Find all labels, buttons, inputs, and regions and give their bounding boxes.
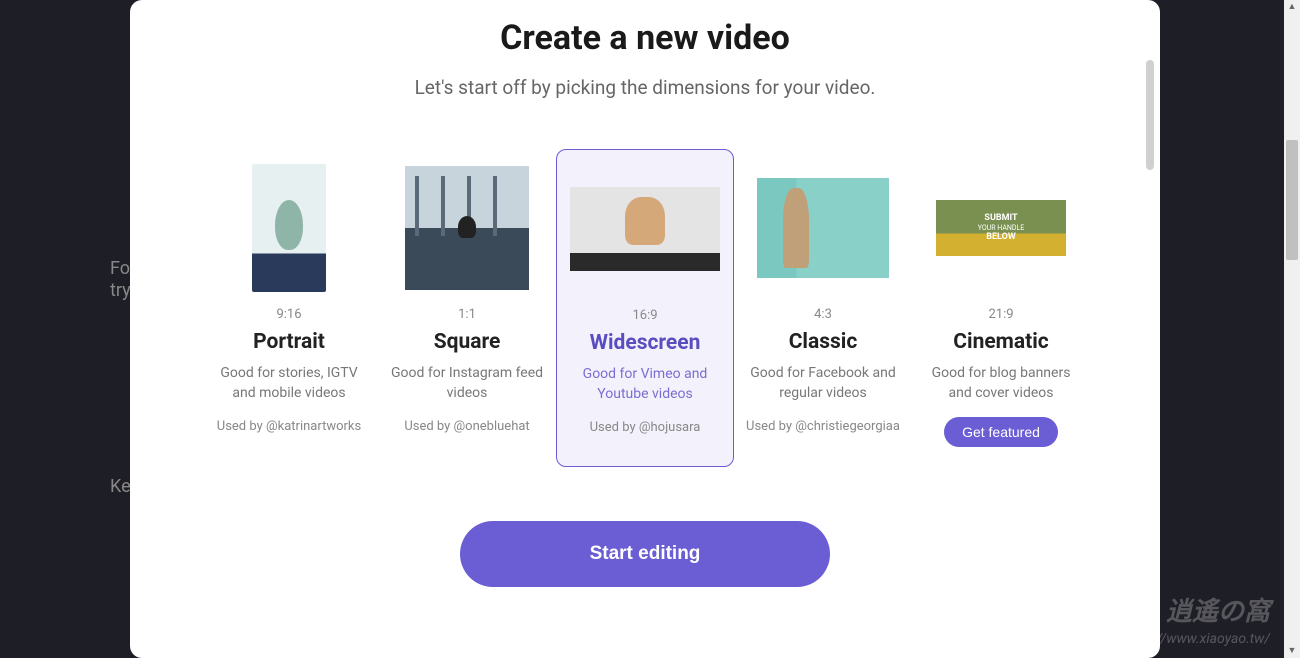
option-description: Good for Vimeo and Youtube videos (567, 365, 723, 404)
thumb-widescreen (567, 164, 723, 294)
modal-subtitle: Let's start off by picking the dimension… (415, 76, 876, 99)
option-portrait[interactable]: 9:16 Portrait Good for stories, IGTV and… (200, 149, 378, 467)
thumb-classic (744, 163, 902, 293)
get-featured-button[interactable]: Get featured (944, 417, 1058, 447)
watermark-title: 逍遙の窩 (1129, 596, 1270, 630)
option-used-by: Used by @onebluehat (404, 417, 529, 437)
ratio-label: 9:16 (276, 307, 301, 322)
bg-text: Fo (110, 258, 130, 279)
bg-text: try (110, 280, 131, 301)
ratio-label: 21:9 (988, 307, 1013, 322)
option-cinematic[interactable]: SUBMIT YOUR HANDLE BELOW 21:9 Cinematic … (912, 149, 1090, 467)
option-widescreen[interactable]: 16:9 Widescreen Good for Vimeo and Youtu… (556, 149, 734, 467)
option-description: Good for stories, IGTV and mobile videos (210, 364, 368, 403)
thumb-portrait (210, 163, 368, 293)
thumb-cinematic: SUBMIT YOUR HANDLE BELOW (922, 163, 1080, 293)
option-used-by: Used by @christiegeorgiaa (746, 417, 900, 437)
ratio-label: 16:9 (632, 308, 657, 323)
thumb-overlay-text: SUBMIT (984, 213, 1017, 224)
watermark-url: http://www.xiaoyao.tw/ (1129, 630, 1270, 648)
option-used-by: Used by @hojusara (590, 418, 701, 438)
thumb-overlay-text: YOUR HANDLE (978, 224, 1024, 232)
option-description: Good for Instagram feed videos (388, 364, 546, 403)
option-name: Cinematic (953, 330, 1048, 354)
modal-title: Create a new video (500, 18, 790, 58)
thumb-overlay-text: BELOW (986, 232, 1015, 243)
option-description: Good for blog banners and cover videos (922, 364, 1080, 403)
dimension-options: 9:16 Portrait Good for stories, IGTV and… (160, 149, 1130, 467)
option-name: Widescreen (590, 331, 701, 355)
modal-scrollbar[interactable] (1146, 60, 1154, 170)
ratio-label: 4:3 (814, 307, 832, 322)
page-scroll-thumb[interactable] (1286, 140, 1298, 260)
watermark: 逍遙の窩 http://www.xiaoyao.tw/ (1129, 596, 1270, 648)
option-classic[interactable]: 4:3 Classic Good for Facebook and regula… (734, 149, 912, 467)
ratio-label: 1:1 (458, 307, 476, 322)
option-description: Good for Facebook and regular videos (744, 364, 902, 403)
bg-text: Ke (110, 476, 131, 497)
thumb-square (388, 163, 546, 293)
start-editing-button[interactable]: Start editing (460, 521, 830, 587)
page-scrollbar[interactable] (1284, 0, 1300, 658)
option-square[interactable]: 1:1 Square Good for Instagram feed video… (378, 149, 556, 467)
option-used-by: Used by @katrinartworks (217, 417, 361, 437)
option-name: Square (434, 330, 501, 354)
create-video-modal: Create a new video Let's start off by pi… (130, 0, 1160, 658)
option-name: Portrait (253, 330, 325, 354)
option-name: Classic (789, 330, 858, 354)
